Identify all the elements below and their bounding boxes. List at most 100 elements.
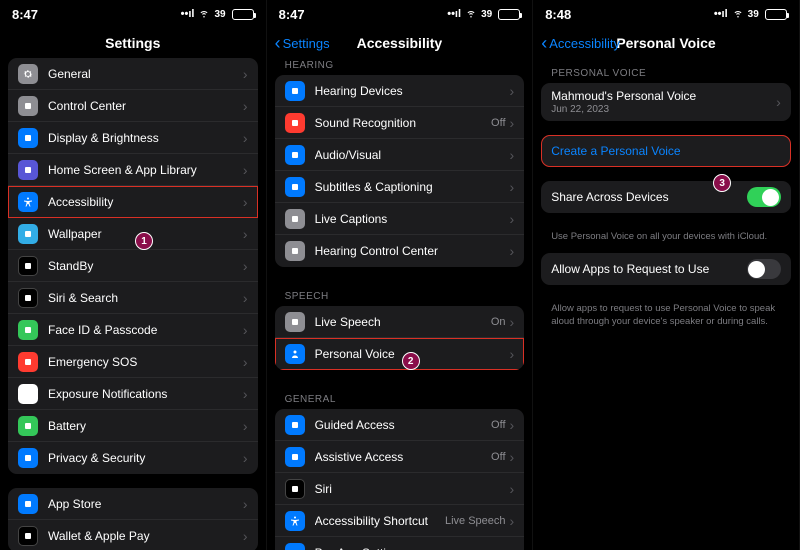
row-label: App Store	[48, 497, 243, 511]
settings-row-hearing-control-center[interactable]: Hearing Control Center›	[275, 235, 525, 267]
settings-row-standby[interactable]: StandBy›	[8, 250, 258, 282]
allow-apps-row[interactable]: Allow Apps to Request to Use	[541, 253, 791, 285]
chevron-right-icon: ›	[510, 449, 515, 465]
switches-icon	[18, 96, 38, 116]
allow-toggle[interactable]	[747, 259, 781, 279]
page-title: Settings	[105, 35, 160, 51]
step-badge-1: 1	[135, 232, 153, 250]
back-button[interactable]: ‹Accessibility	[541, 34, 620, 52]
settings-row-audio-visual[interactable]: Audio/Visual›	[275, 139, 525, 171]
share-footer: Use Personal Voice on all your devices w…	[533, 227, 799, 253]
settings-row-battery[interactable]: Battery›	[8, 410, 258, 442]
group-general: Guided AccessOff›Assistive AccessOff›Sir…	[275, 409, 525, 550]
settings-row-privacy-security[interactable]: Privacy & Security›	[8, 442, 258, 474]
settings-row-hearing-devices[interactable]: Hearing Devices›	[275, 75, 525, 107]
settings-row-siri[interactable]: Siri›	[275, 473, 525, 505]
settings-row-display-brightness[interactable]: Display & Brightness›	[8, 122, 258, 154]
section-speech: SPEECH	[267, 281, 533, 306]
row-label: Hearing Devices	[315, 84, 510, 98]
status-indicators: ••ıl 39	[181, 7, 254, 22]
person-icon	[285, 344, 305, 364]
create-personal-voice-button[interactable]: Create a Personal Voice	[541, 135, 791, 167]
group-speech: Live SpeechOn›Personal Voice›	[275, 306, 525, 370]
settings-row-emergency-sos[interactable]: Emergency SOS›	[8, 346, 258, 378]
battery-icon	[498, 9, 520, 20]
accessibility-list[interactable]: HEARING Hearing Devices›Sound Recognitio…	[267, 58, 533, 550]
chevron-right-icon: ›	[243, 162, 248, 178]
settings-row-sound-recognition[interactable]: Sound RecognitionOff›	[275, 107, 525, 139]
row-detail: Off	[491, 451, 505, 463]
chevron-right-icon: ›	[510, 346, 515, 362]
allow-label: Allow Apps to Request to Use	[551, 262, 747, 276]
settings-row-live-captions[interactable]: Live Captions›	[275, 203, 525, 235]
app-icon	[285, 543, 305, 550]
live-icon	[285, 209, 305, 229]
share-toggle[interactable]	[747, 187, 781, 207]
siri-icon	[18, 288, 38, 308]
status-bar: 8:48 ••ıl 39	[533, 0, 799, 28]
step-badge-2: 2	[402, 352, 420, 370]
row-label: Face ID & Passcode	[48, 323, 243, 337]
settings-row-control-center[interactable]: Control Center›	[8, 90, 258, 122]
status-indicators: ••ıl 39	[714, 7, 787, 22]
row-label: Guided Access	[315, 418, 491, 432]
settings-row-live-speech[interactable]: Live SpeechOn›	[275, 306, 525, 338]
chevron-right-icon: ›	[510, 115, 515, 131]
settings-row-personal-voice[interactable]: Personal Voice›	[275, 338, 525, 370]
chevron-right-icon: ›	[776, 94, 781, 110]
battery-percent: 39	[481, 9, 492, 20]
gear-icon	[18, 64, 38, 84]
section-general: GENERAL	[267, 384, 533, 409]
accessibility-icon	[18, 192, 38, 212]
chevron-right-icon: ›	[243, 98, 248, 114]
settings-row-exposure-notifications[interactable]: Exposure Notifications›	[8, 378, 258, 410]
battery-icon	[232, 9, 254, 20]
ear-icon	[285, 81, 305, 101]
clock: 8:47	[12, 7, 38, 22]
chevron-right-icon: ›	[510, 179, 515, 195]
settings-row-accessibility[interactable]: Accessibility›	[8, 186, 258, 218]
chevron-right-icon: ›	[510, 513, 515, 529]
settings-row-per-app-settings[interactable]: Per-App Settings›	[275, 537, 525, 550]
chevron-right-icon: ›	[510, 211, 515, 227]
chevron-right-icon: ›	[243, 450, 248, 466]
voice-entry[interactable]: Mahmoud's Personal Voice Jun 22, 2023 ›	[541, 83, 791, 121]
settings-row-guided-access[interactable]: Guided AccessOff›	[275, 409, 525, 441]
appstore-icon	[18, 494, 38, 514]
settings-row-face-id-passcode[interactable]: Face ID & Passcode›	[8, 314, 258, 346]
settings-row-siri-search[interactable]: Siri & Search›	[8, 282, 258, 314]
aa-icon	[285, 447, 305, 467]
settings-row-wallet-apple-pay[interactable]: Wallet & Apple Pay›	[8, 520, 258, 550]
row-label: Accessibility	[48, 195, 243, 209]
settings-list[interactable]: General›Control Center›Display & Brightn…	[0, 58, 266, 550]
wifi-icon	[732, 7, 744, 22]
back-button[interactable]: ‹Settings	[275, 34, 330, 52]
clock: 8:47	[279, 7, 305, 22]
settings-row-assistive-access[interactable]: Assistive AccessOff›	[275, 441, 525, 473]
page-title: Personal Voice	[616, 35, 715, 51]
row-label: Siri	[315, 482, 510, 496]
row-label: Emergency SOS	[48, 355, 243, 369]
settings-row-app-store[interactable]: App Store›	[8, 488, 258, 520]
chevron-right-icon: ›	[510, 314, 515, 330]
share-across-devices-row[interactable]: Share Across Devices	[541, 181, 791, 213]
personal-voice-list[interactable]: PERSONAL VOICE Mahmoud's Personal Voice …	[533, 58, 799, 550]
row-detail: On	[491, 316, 506, 328]
settings-row-wallpaper[interactable]: Wallpaper›	[8, 218, 258, 250]
settings-row-home-screen-app-library[interactable]: Home Screen & App Library›	[8, 154, 258, 186]
settings-row-subtitles-captioning[interactable]: Subtitles & Captioning›	[275, 171, 525, 203]
row-label: Sound Recognition	[315, 116, 491, 130]
hand-icon	[18, 448, 38, 468]
section-hearing: HEARING	[267, 58, 533, 75]
group-hearing: Hearing Devices›Sound RecognitionOff›Aud…	[275, 75, 525, 267]
settings-row-general[interactable]: General›	[8, 58, 258, 90]
row-label: Accessibility Shortcut	[315, 514, 445, 528]
wallet-icon	[18, 526, 38, 546]
create-link: Create a Personal Voice	[551, 144, 680, 158]
chevron-right-icon: ›	[510, 83, 515, 99]
clock-icon	[18, 256, 38, 276]
settings-row-accessibility-shortcut[interactable]: Accessibility ShortcutLive Speech›	[275, 505, 525, 537]
voice-date: Jun 22, 2023	[551, 104, 696, 115]
wave-icon	[285, 113, 305, 133]
chevron-right-icon: ›	[243, 386, 248, 402]
